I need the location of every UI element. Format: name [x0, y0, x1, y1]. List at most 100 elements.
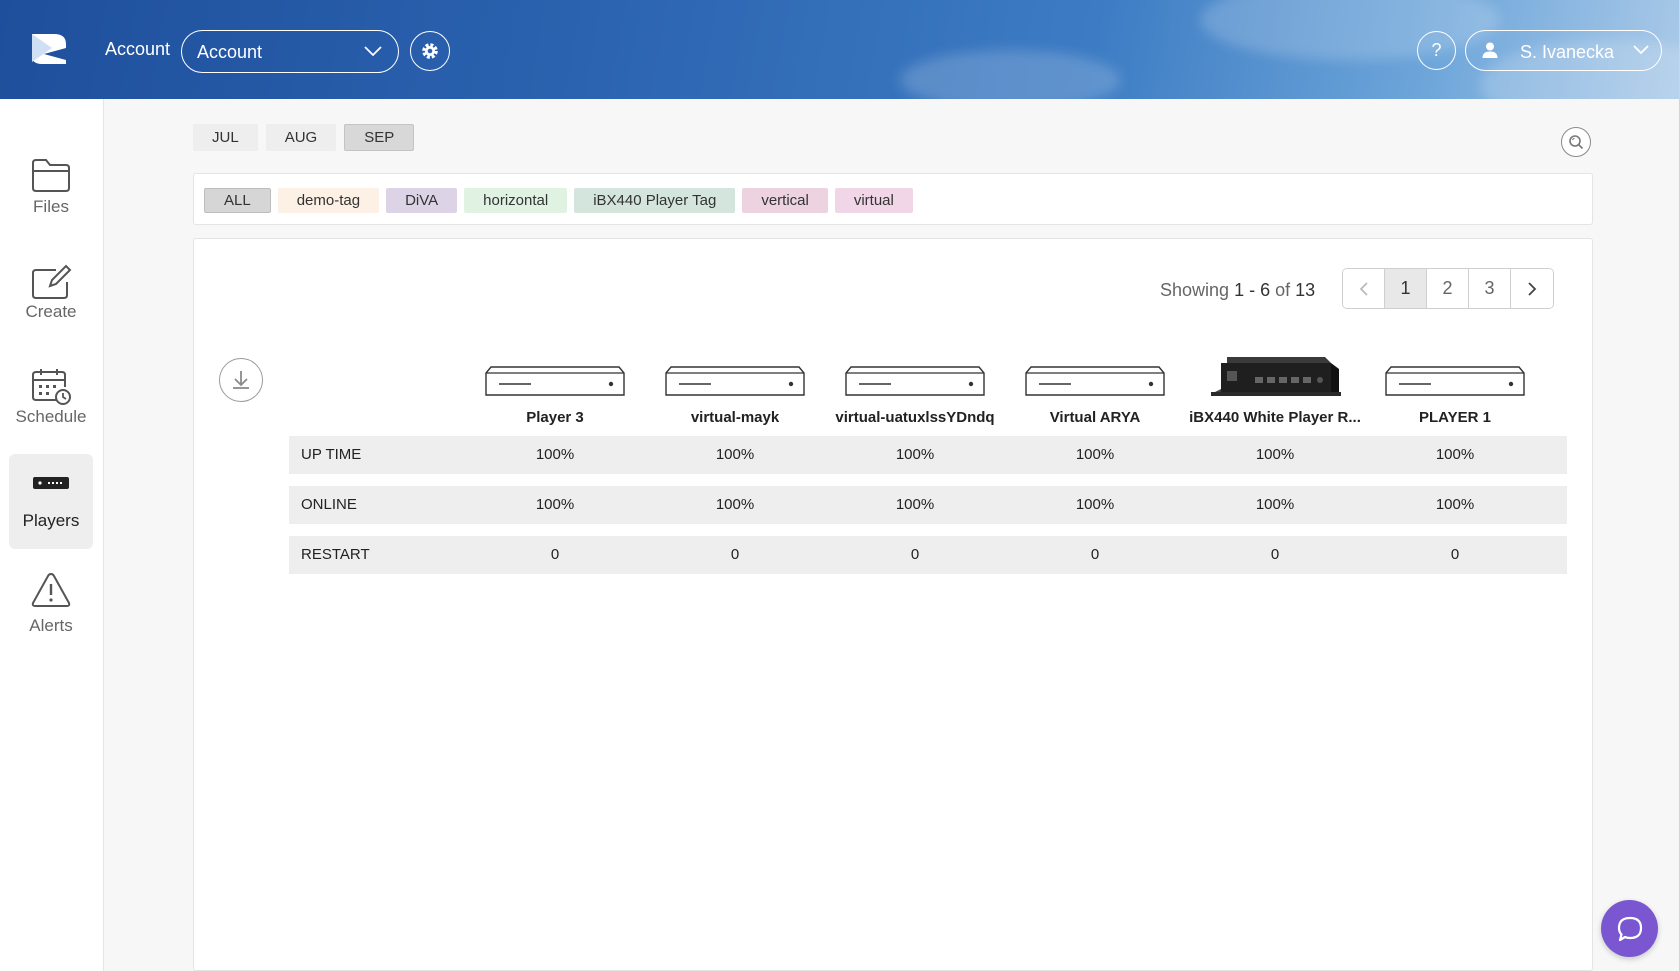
- sidebar-item-files[interactable]: Files: [9, 139, 93, 234]
- month-tab-sep[interactable]: SEP: [344, 124, 415, 151]
- player-column[interactable]: PLAYER 1: [1365, 357, 1545, 426]
- tag-list: ALL demo-tag DiVA horizontal iBX440 Play…: [204, 188, 913, 213]
- total-count: 13: [1295, 280, 1316, 300]
- player-device-icon: [33, 477, 69, 489]
- stat-cell: 100%: [715, 496, 755, 513]
- download-button[interactable]: [219, 358, 263, 402]
- pagination-summary: Showing 1 - 6 of 13: [1160, 280, 1315, 301]
- top-header: Account Account ? S. Ivanecka: [0, 0, 1679, 99]
- player-thumbnail: [1005, 357, 1185, 397]
- help-button[interactable]: ?: [1417, 31, 1456, 70]
- sidebar: Files Create Schedule Players Alerts: [0, 99, 104, 971]
- stat-cell: 100%: [1075, 446, 1115, 463]
- month-tab-jul[interactable]: JUL: [193, 124, 258, 151]
- range-separator: -: [1249, 280, 1256, 300]
- player-column[interactable]: Virtual ARYA: [1005, 357, 1185, 426]
- player-thumbnail: [645, 357, 825, 397]
- pagination: 1 2 3: [1342, 268, 1554, 309]
- stat-row-label: ONLINE: [301, 496, 357, 513]
- range-start: 1: [1234, 280, 1245, 300]
- stat-cell: 100%: [895, 496, 935, 513]
- generic-player-icon: [845, 366, 985, 396]
- generic-player-icon: [485, 366, 625, 396]
- page-button-1[interactable]: 1: [1385, 269, 1427, 308]
- stat-cell: 0: [1270, 546, 1280, 563]
- prev-page-button[interactable]: [1343, 269, 1385, 308]
- chat-button[interactable]: [1601, 900, 1658, 957]
- tag-diva[interactable]: DiVA: [386, 188, 458, 213]
- stat-cell: 0: [550, 546, 560, 563]
- calendar-clock-icon: [32, 369, 71, 405]
- stat-row-label: RESTART: [301, 546, 370, 563]
- sidebar-item-create[interactable]: Create: [9, 244, 93, 339]
- tag-filter-bar: ALL demo-tag DiVA horizontal iBX440 Play…: [193, 173, 1593, 225]
- stat-cell: 100%: [535, 446, 575, 463]
- stat-cell: 0: [730, 546, 740, 563]
- search-button[interactable]: [1561, 127, 1591, 157]
- settings-button[interactable]: [410, 31, 450, 71]
- sidebar-item-players[interactable]: Players: [9, 454, 93, 549]
- stat-cell: 100%: [1435, 446, 1475, 463]
- tag-horizontal[interactable]: horizontal: [464, 188, 568, 213]
- month-tabs: JUL AUG SEP: [193, 124, 415, 151]
- generic-player-icon: [665, 366, 805, 396]
- stat-cell: 100%: [535, 496, 575, 513]
- page-button-3[interactable]: 3: [1469, 269, 1511, 308]
- sidebar-item-label: Files: [33, 197, 69, 216]
- player-name: Player 3: [526, 409, 584, 426]
- stat-cell: 100%: [1255, 446, 1295, 463]
- month-tab-aug[interactable]: AUG: [265, 124, 337, 151]
- showing-prefix: Showing: [1160, 280, 1230, 300]
- stat-row-label: UP TIME: [301, 446, 362, 463]
- search-icon: [1569, 135, 1584, 150]
- player-column[interactable]: virtual-uatuxlssYDndq: [825, 357, 1005, 426]
- download-icon: [233, 371, 249, 389]
- generic-player-icon: [1025, 366, 1165, 396]
- create-icon: [32, 264, 72, 299]
- stat-cell: 0: [1450, 546, 1460, 563]
- account-select-value: Account: [197, 42, 263, 62]
- stat-cell: 0: [1090, 546, 1100, 563]
- folder-icon: [32, 159, 70, 192]
- user-menu-button[interactable]: S. Ivanecka: [1465, 30, 1662, 71]
- stat-cell: 100%: [1435, 496, 1475, 513]
- player-column[interactable]: Player 3: [465, 357, 645, 426]
- header-cloud: [900, 50, 1120, 99]
- account-select[interactable]: Account: [181, 30, 399, 73]
- tag-vertical[interactable]: vertical: [742, 188, 828, 213]
- sidebar-item-label: Schedule: [15, 407, 87, 426]
- stat-cell: 100%: [895, 446, 935, 463]
- player-thumbnail: [465, 357, 645, 397]
- app-logo-icon[interactable]: [30, 30, 68, 68]
- player-name: virtual-uatuxlssYDndq: [835, 409, 995, 426]
- stat-cell: 100%: [1075, 496, 1115, 513]
- stat-row-online: ONLINE 100% 100% 100% 100% 100% 100%: [289, 486, 1567, 524]
- player-thumbnail: [1185, 357, 1365, 397]
- player-name: iBX440 White Player R...: [1189, 409, 1361, 426]
- sidebar-item-alerts[interactable]: Alerts: [9, 559, 93, 654]
- gear-icon: [422, 43, 438, 59]
- user-icon: [1482, 42, 1498, 58]
- player-name: PLAYER 1: [1419, 409, 1491, 426]
- chat-bubble-icon: [1617, 916, 1642, 941]
- stat-cell: 100%: [715, 446, 755, 463]
- tag-virtual[interactable]: virtual: [834, 188, 913, 213]
- tag-demo-tag[interactable]: demo-tag: [277, 188, 380, 213]
- stat-cell: 0: [910, 546, 920, 563]
- sidebar-item-schedule[interactable]: Schedule: [9, 349, 93, 444]
- tag-ibx440-player-tag[interactable]: iBX440 Player Tag: [574, 188, 736, 213]
- page-button-2[interactable]: 2: [1427, 269, 1469, 308]
- range-end: 6: [1260, 280, 1271, 300]
- stat-cell: 100%: [1255, 496, 1295, 513]
- player-column[interactable]: virtual-mayk: [645, 357, 825, 426]
- sidebar-item-label: Players: [22, 511, 80, 530]
- next-page-button[interactable]: [1511, 269, 1553, 308]
- tag-all[interactable]: ALL: [204, 188, 271, 213]
- player-name: Virtual ARYA: [1049, 409, 1141, 426]
- account-label: Account: [105, 39, 171, 59]
- sidebar-item-label: Alerts: [29, 616, 73, 635]
- generic-player-icon: [1385, 366, 1525, 396]
- warning-icon: [31, 572, 71, 607]
- help-icon: ?: [1431, 40, 1442, 60]
- player-column[interactable]: iBX440 White Player R...: [1185, 357, 1365, 426]
